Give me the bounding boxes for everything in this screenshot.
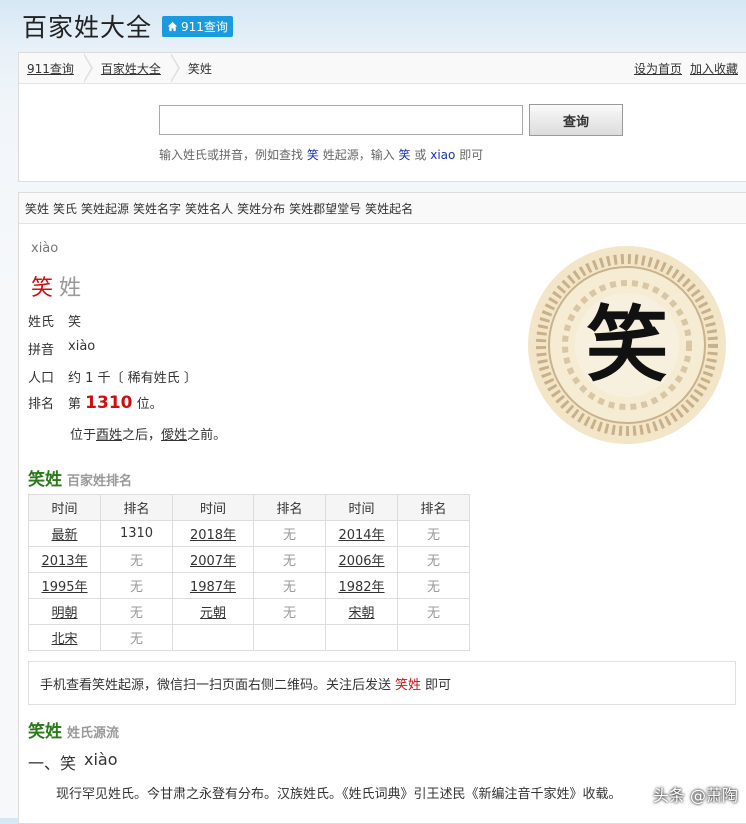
site-header: 百家姓大全 911查询 <box>22 8 233 44</box>
surname-pinyin: xiào <box>31 241 59 256</box>
surname-detail-panel: 笑姓 笑氏 笑姓起源 笑姓名字 笑姓名人 笑姓分布 笑姓郡望堂号 笑姓起名 xi… <box>18 192 746 824</box>
origin-heading: 一、笑 xiào <box>28 750 118 773</box>
tag-item[interactable]: 笑姓郡望堂号 <box>289 200 361 217</box>
info-row-surname: 姓氏笑 <box>28 315 82 330</box>
add-favorite-link[interactable]: 加入收藏 <box>690 60 738 77</box>
tag-item[interactable]: 笑氏 <box>53 200 77 217</box>
seal-character: 笑 <box>586 297 668 393</box>
surname-title: 笑姓 <box>31 276 82 301</box>
origin-text: 现行罕见姓氏。今甘肃之永登有分布。汉族姓氏。《姓氏词典》引王述民《新编注音千家姓… <box>56 787 622 802</box>
tag-item[interactable]: 笑姓名人 <box>185 200 233 217</box>
home-icon <box>167 21 178 31</box>
prev-surname-link[interactable]: 酉姓 <box>96 424 122 443</box>
tag-item[interactable]: 笑姓起源 <box>81 200 129 217</box>
breadcrumb-separator <box>82 53 93 83</box>
breadcrumb-baijiaxing[interactable]: 百家姓大全 <box>101 60 161 77</box>
rank-table: 时间 排名 时间 排名 时间 排名 最新 1310 2018年 无 2014年 … <box>28 494 470 651</box>
table-row: 北宋 无 <box>28 624 470 651</box>
wechat-notice: 手机查看笑姓起源，微信扫一扫页面右侧二维码。关注后发送 笑姓 即可 <box>28 661 736 705</box>
table-row: 明朝 无 元朝 无 宋朝 无 <box>28 598 470 625</box>
surname-seal-image: 笑 <box>528 246 726 444</box>
info-row-rank: 排名 第 1310 位。 <box>28 393 163 413</box>
next-surname-link[interactable]: 僾姓 <box>161 424 187 443</box>
search-hint: 输入姓氏或拼音，例如查找 笑 姓起源，输入 笑 或 xiao 即可 <box>159 148 484 162</box>
origin-section-title: 笑姓 姓氏源流 <box>28 722 120 742</box>
info-row-position: 位于 酉姓 之后， 僾姓 之前。 <box>70 424 226 443</box>
search-panel: 911查询 百家姓大全 笑姓 设为首页 加入收藏 查询 输入姓氏或拼音，例如查找… <box>18 52 746 182</box>
site-title[interactable]: 百家姓大全 <box>22 8 152 44</box>
tag-item[interactable]: 笑姓名字 <box>133 200 181 217</box>
set-homepage-link[interactable]: 设为首页 <box>634 60 682 77</box>
info-row-population: 人口约 1 千〔 稀有姓氏 〕 <box>28 371 197 386</box>
info-row-pinyin: 拼音 xiào <box>28 339 96 358</box>
search-input[interactable] <box>159 105 523 135</box>
table-header-row: 时间 排名 时间 排名 时间 排名 <box>28 494 470 521</box>
table-row: 1995年 无 1987年 无 1982年 无 <box>28 572 470 599</box>
tag-bar: 笑姓 笑氏 笑姓起源 笑姓名字 笑姓名人 笑姓分布 笑姓郡望堂号 笑姓起名 <box>19 193 746 224</box>
table-row: 2013年 无 2007年 无 2006年 无 <box>28 546 470 573</box>
search-button[interactable]: 查询 <box>529 104 623 136</box>
breadcrumb-911[interactable]: 911查询 <box>27 60 74 77</box>
breadcrumb-separator <box>169 53 180 83</box>
breadcrumb-current: 笑姓 <box>187 61 212 76</box>
breadcrumb: 911查询 百家姓大全 笑姓 设为首页 加入收藏 <box>19 53 746 84</box>
home-badge-label: 911查询 <box>181 19 228 34</box>
home-badge[interactable]: 911查询 <box>162 15 233 37</box>
rank-number: 1310 <box>85 393 133 413</box>
rank-section-title: 笑姓 百家姓排名 <box>28 470 133 490</box>
tag-item[interactable]: 笑姓分布 <box>237 200 285 217</box>
tag-item[interactable]: 笑姓起名 <box>365 200 413 217</box>
table-row: 最新 1310 2018年 无 2014年 无 <box>28 520 470 547</box>
tag-item[interactable]: 笑姓 <box>25 200 49 217</box>
watermark: 头条 @萧陶 <box>652 786 738 805</box>
